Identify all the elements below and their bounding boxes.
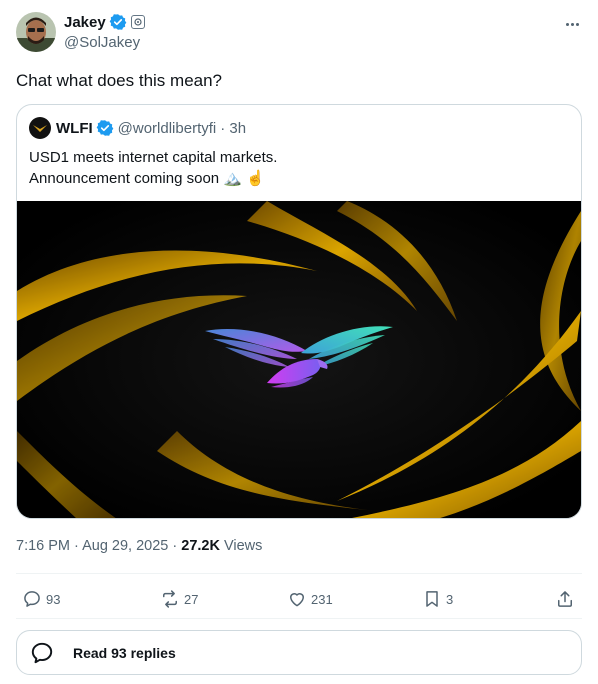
verified-badge-icon[interactable] <box>109 13 127 31</box>
wlfi-logo-icon[interactable] <box>29 117 51 139</box>
quoted-text: USD1 meets internet capital markets. Ann… <box>29 147 277 189</box>
share-button[interactable] <box>555 586 575 612</box>
tweet-text: Chat what does this mean? <box>16 71 223 90</box>
repost-icon <box>163 590 177 608</box>
heart-icon <box>290 593 304 607</box>
like-button[interactable]: 231 <box>287 586 333 612</box>
avatar-image <box>16 12 56 52</box>
views-count[interactable]: 27.2K <box>181 538 220 554</box>
bookmark-icon <box>426 591 438 607</box>
quoted-author-handle[interactable]: @worldlibertyfi <box>118 120 217 137</box>
quoted-header: WLFI @worldlibertyfi · 3h <box>29 117 246 139</box>
quoted-text-line-2: Announcement coming soon 🏔️ ☝️ <box>29 168 277 189</box>
like-count: 231 <box>311 591 333 607</box>
author-name[interactable]: Jakey <box>64 14 106 31</box>
divider-top <box>16 573 582 574</box>
read-replies-button[interactable]: Read 93 replies <box>16 630 582 675</box>
tweet-meta: 7:16 PM · Aug 29, 2025 · 27.2K Views <box>16 538 262 554</box>
author-info: Jakey @SolJakey <box>64 12 145 51</box>
views-label: Views <box>219 538 263 554</box>
reply-count: 93 <box>46 591 61 607</box>
eagle-swirl-graphic <box>17 201 581 518</box>
share-icon <box>558 591 572 607</box>
quoted-time[interactable]: · 3h <box>220 120 246 137</box>
quoted-verified-badge-icon[interactable] <box>96 119 114 137</box>
quoted-emojis: 🏔️ ☝️ <box>223 170 265 187</box>
quoted-text-line-2-text: Announcement coming soon <box>29 170 220 187</box>
quoted-media-image[interactable] <box>17 201 581 518</box>
repost-button[interactable]: 27 <box>160 586 198 612</box>
read-replies-label: Read 93 replies <box>73 644 176 661</box>
author-avatar[interactable] <box>16 12 56 52</box>
quoted-text-line-1: USD1 meets internet capital markets. <box>29 149 278 166</box>
reply-bubble-icon <box>31 642 53 663</box>
bookmark-count: 3 <box>446 591 454 607</box>
bookmark-button[interactable]: 3 <box>422 586 453 612</box>
more-options-icon[interactable] <box>562 14 582 34</box>
reply-icon <box>24 591 40 607</box>
repost-count: 27 <box>184 591 199 607</box>
reply-button[interactable]: 93 <box>22 586 60 612</box>
tweet-timestamp[interactable]: 7:16 PM · Aug 29, 2025 · <box>16 538 181 554</box>
action-bar: 93 27 231 3 <box>16 586 582 612</box>
affiliate-badge-icon[interactable] <box>130 15 145 29</box>
quoted-tweet[interactable]: WLFI @worldlibertyfi · 3h USD1 meets int… <box>16 104 582 519</box>
author-handle[interactable]: @SolJakey <box>64 34 145 51</box>
divider-bottom <box>16 618 582 619</box>
quoted-author-name[interactable]: WLFI <box>56 120 93 137</box>
